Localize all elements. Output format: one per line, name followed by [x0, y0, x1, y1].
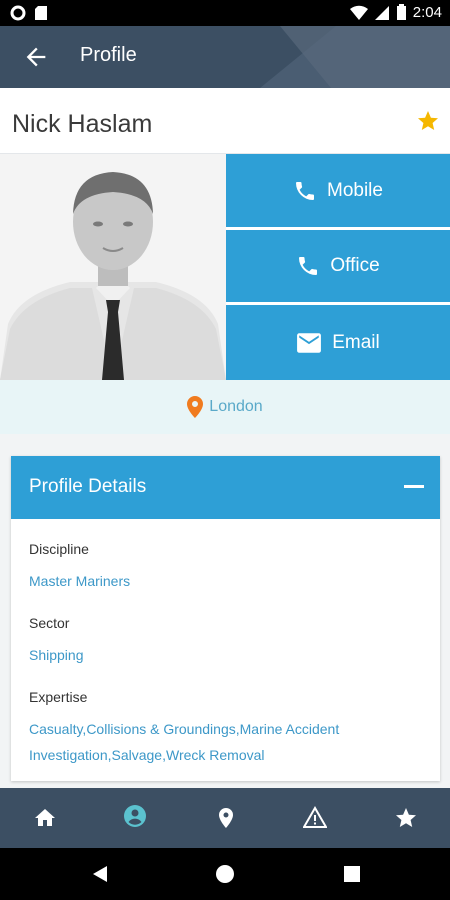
profile-name: Nick Haslam	[12, 110, 153, 138]
profile-details-header[interactable]: Profile Details	[11, 456, 440, 519]
status-bar: 2:04	[0, 0, 450, 26]
system-navigation-bar	[0, 848, 450, 900]
status-time: 2:04	[412, 4, 442, 21]
discipline-field: Discipline Master Mariners	[29, 541, 424, 594]
expertise-value: Casualty,Collisions & Groundings,Marine …	[29, 721, 340, 763]
location-icon[interactable]	[214, 806, 238, 830]
location-row[interactable]: London	[0, 380, 450, 434]
back-arrow-icon[interactable]	[22, 43, 50, 71]
app-bar: Profile	[0, 26, 450, 88]
profile-photo	[0, 154, 226, 380]
phone-icon	[296, 181, 314, 200]
home-icon[interactable]	[33, 806, 57, 830]
home-circle-icon[interactable]	[215, 864, 235, 884]
warning-icon[interactable]	[303, 806, 327, 830]
email-button-label: Email	[332, 331, 380, 353]
contact-buttons: Mobile Office Email	[226, 154, 450, 380]
profile-name-bar: Nick Haslam	[0, 88, 450, 154]
notification-circle-icon	[10, 5, 26, 21]
phone-icon	[299, 257, 318, 275]
mobile-button-label: Mobile	[327, 179, 383, 201]
profile-details-title: Profile Details	[29, 476, 147, 497]
signal-icon	[374, 5, 389, 20]
sector-field: Sector Shipping	[29, 615, 424, 668]
office-button-label: Office	[330, 255, 380, 276]
star-icon[interactable]	[394, 806, 418, 830]
wifi-icon	[349, 5, 368, 20]
sd-card-icon	[35, 6, 47, 20]
collapse-minus-icon[interactable]	[404, 485, 424, 488]
office-button[interactable]: Office	[226, 230, 450, 302]
discipline-label: Discipline	[29, 541, 89, 557]
recents-square-icon[interactable]	[343, 865, 361, 883]
email-button[interactable]: Email	[226, 305, 450, 380]
page-title: Profile	[80, 44, 137, 66]
location-pin-icon	[187, 396, 204, 418]
expertise-field: Expertise Casualty,Collisions & Groundin…	[29, 689, 424, 768]
location-text: London	[209, 398, 263, 415]
mobile-button[interactable]: Mobile	[226, 154, 450, 227]
profile-details-card: Profile Details Discipline Master Marine…	[11, 456, 440, 781]
account-icon[interactable]	[123, 804, 147, 828]
contact-row: Mobile Office Email	[0, 154, 450, 380]
battery-icon	[396, 4, 406, 20]
back-triangle-icon[interactable]	[90, 864, 110, 884]
bottom-navigation	[0, 788, 450, 848]
sector-value: Shipping	[29, 647, 84, 663]
sector-label: Sector	[29, 615, 70, 631]
person-photo-illustration	[0, 154, 226, 380]
favorite-star-icon[interactable]	[416, 109, 440, 133]
discipline-value: Master Mariners	[29, 573, 131, 589]
envelope-icon	[297, 332, 322, 353]
expertise-label: Expertise	[29, 689, 88, 705]
